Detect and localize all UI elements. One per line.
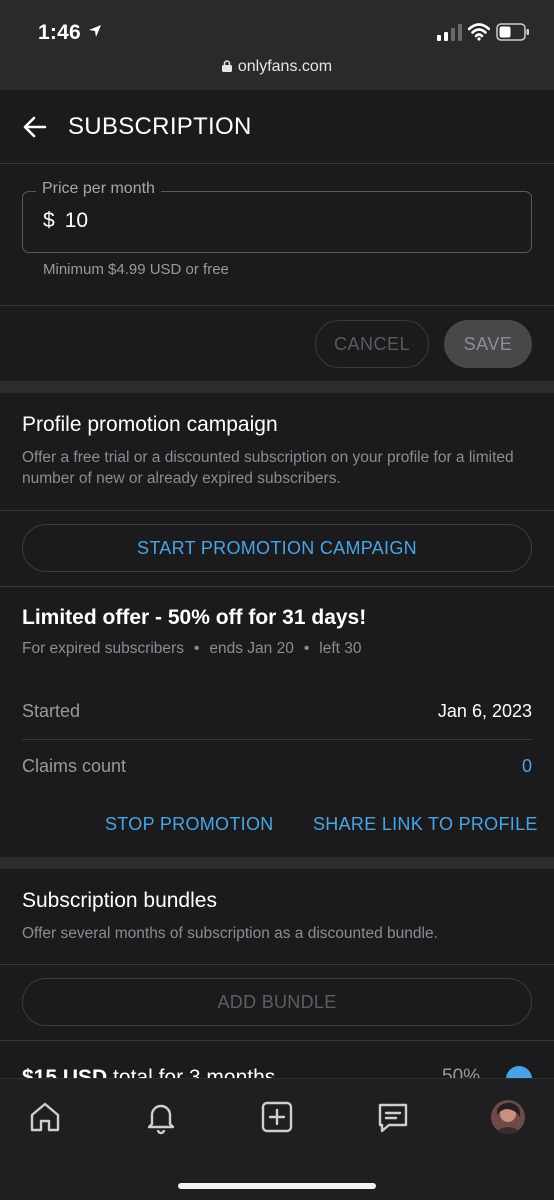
started-label: Started	[22, 701, 81, 721]
bundles-description: Offer several months of subscription as …	[22, 925, 438, 942]
cancel-button[interactable]: CANCEL	[315, 320, 429, 368]
separator-dot: •	[303, 640, 310, 657]
page-title: SUBSCRIPTION	[68, 113, 252, 140]
started-value: Jan 6, 2023	[437, 701, 532, 721]
divider	[0, 1040, 554, 1041]
url-text: onlyfans.com	[237, 58, 333, 75]
battery-icon	[496, 23, 529, 41]
currency-symbol: $	[43, 209, 55, 232]
offer-audience: For expired subscribers	[22, 640, 184, 657]
location-arrow-icon	[89, 25, 101, 37]
save-button[interactable]: SAVE	[444, 320, 532, 368]
page-header: SUBSCRIPTION	[0, 90, 554, 164]
offer-left: left 30	[319, 640, 362, 657]
divider	[22, 739, 532, 740]
price-input-value[interactable]: $10	[43, 209, 88, 233]
offer-meta: For expired subscribers • ends Jan 20 • left…	[22, 640, 362, 658]
plus-square-icon[interactable]	[259, 1099, 295, 1135]
wifi-icon	[468, 23, 490, 41]
price-amount: 10	[64, 209, 89, 232]
add-bundle-button[interactable]: ADD BUNDLE	[22, 978, 532, 1026]
back-arrow-icon[interactable]	[22, 114, 48, 140]
price-field-label: Price per month	[36, 180, 161, 198]
separator-dot: •	[193, 640, 200, 657]
bundles-section-title: Subscription bundles	[22, 889, 217, 912]
price-helper-text: Minimum $4.99 USD or free	[43, 261, 229, 278]
divider	[0, 305, 554, 306]
section-separator	[0, 381, 554, 393]
bottom-navigation	[0, 1078, 554, 1200]
lock-icon	[221, 60, 232, 72]
start-promotion-button[interactable]: START PROMOTION CAMPAIGN	[22, 524, 532, 572]
stop-promotion-button[interactable]: STOP PROMOTION	[105, 814, 274, 835]
message-icon[interactable]	[375, 1099, 411, 1135]
price-per-month-field[interactable]	[22, 191, 532, 253]
bell-icon[interactable]	[143, 1099, 179, 1135]
clock-time: 1:46	[38, 21, 81, 44]
home-icon[interactable]	[27, 1099, 63, 1135]
offer-title: Limited offer - 50% off for 31 days!	[22, 606, 367, 629]
home-indicator	[178, 1183, 376, 1189]
promotion-section-title: Profile promotion campaign	[22, 413, 278, 436]
divider	[0, 964, 554, 965]
section-separator	[0, 857, 554, 869]
promotion-description: Offer a free trial or a discounted subsc…	[22, 449, 514, 487]
divider	[0, 586, 554, 587]
avatar[interactable]	[491, 1100, 525, 1134]
offer-ends: ends Jan 20	[209, 640, 294, 657]
divider	[0, 510, 554, 511]
claims-count-value[interactable]: 0	[522, 756, 532, 777]
avatar-image	[491, 1100, 525, 1134]
share-link-button[interactable]: SHARE LINK TO PROFILE	[313, 814, 538, 835]
claims-count-label: Claims count	[22, 756, 127, 776]
browser-status-bar: 1:46 onlyfans.com	[0, 0, 554, 90]
cellular-signal-icon	[437, 24, 462, 41]
url-bar[interactable]: onlyfans.com	[0, 58, 554, 76]
